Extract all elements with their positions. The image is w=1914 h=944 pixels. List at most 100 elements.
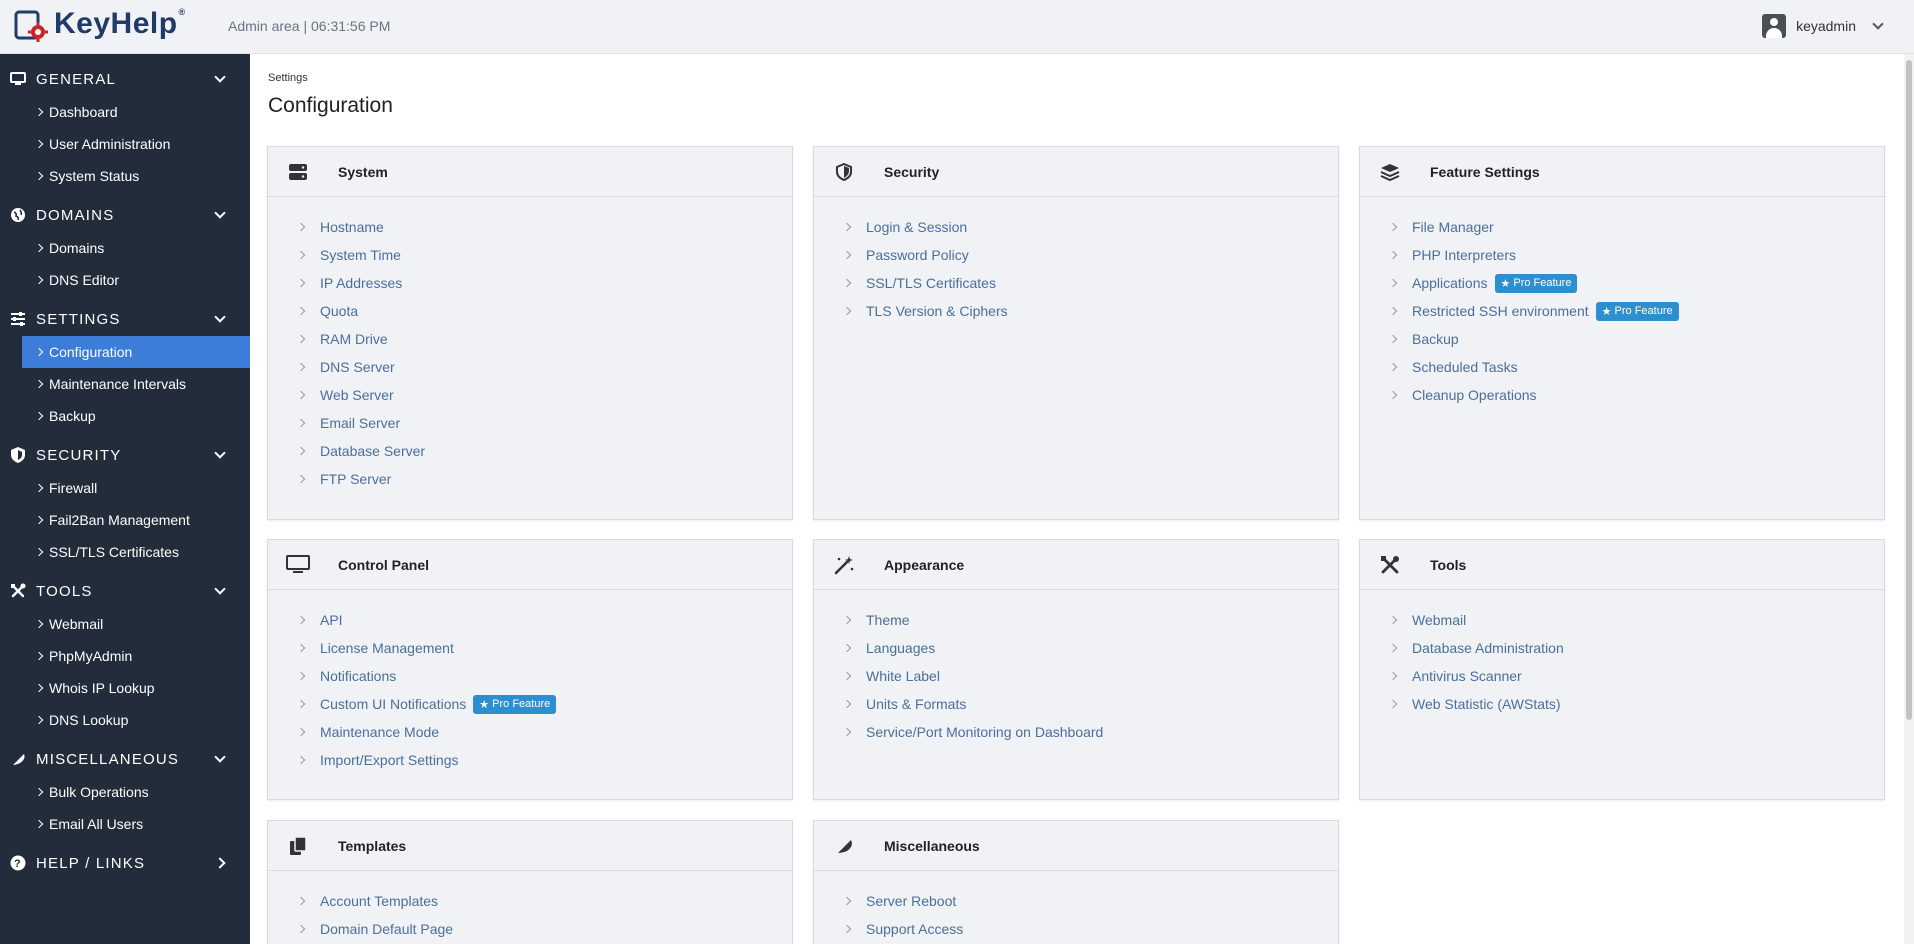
card-link-label[interactable]: RAM Drive	[320, 331, 388, 347]
card-link-label[interactable]: Email Server	[320, 415, 400, 431]
card-link[interactable]: PHP Interpreters	[1388, 241, 1884, 269]
card-link-label[interactable]: Applications	[1412, 275, 1488, 291]
card-link[interactable]: Domain Default Page	[296, 915, 792, 943]
logo[interactable]: KeyHelp®	[14, 6, 186, 42]
sidebar-section-security[interactable]: SECURITY	[0, 438, 250, 472]
card-link-label[interactable]: Support Access	[866, 921, 963, 937]
sidebar-item-domains[interactable]: Domains	[0, 232, 250, 264]
sidebar-item-configuration[interactable]: Configuration	[22, 336, 250, 368]
sidebar-item-firewall[interactable]: Firewall	[0, 472, 250, 504]
card-link[interactable]: Languages	[842, 634, 1338, 662]
card-link-label[interactable]: Import/Export Settings	[320, 752, 459, 768]
card-link-label[interactable]: DNS Server	[320, 359, 395, 375]
card-link[interactable]: Backup	[1388, 325, 1884, 353]
card-link[interactable]: Web Statistic (AWStats)	[1388, 690, 1884, 718]
card-link[interactable]: Theme	[842, 606, 1338, 634]
card-link[interactable]: IP Addresses	[296, 269, 792, 297]
card-link[interactable]: File Manager	[1388, 213, 1884, 241]
sidebar-section-domains[interactable]: DOMAINS	[0, 198, 250, 232]
card-link-label[interactable]: API	[320, 612, 343, 628]
card-link-label[interactable]: Backup	[1412, 331, 1459, 347]
card-link-label[interactable]: Antivirus Scanner	[1412, 668, 1522, 684]
card-link[interactable]: Email Server	[296, 409, 792, 437]
card-link-label[interactable]: Database Administration	[1412, 640, 1564, 656]
card-link[interactable]: Hostname	[296, 213, 792, 241]
card-link[interactable]: Scheduled Tasks	[1388, 353, 1884, 381]
sidebar-item-dashboard[interactable]: Dashboard	[0, 96, 250, 128]
card-link[interactable]: API	[296, 606, 792, 634]
card-link-label[interactable]: FTP Server	[320, 471, 391, 487]
card-link[interactable]: Maintenance Mode	[296, 718, 792, 746]
sidebar-section-help-links[interactable]: ? HELP / LINKS	[0, 846, 250, 880]
card-link[interactable]: License Management	[296, 634, 792, 662]
card-link-label[interactable]: Cleanup Operations	[1412, 387, 1537, 403]
user-menu[interactable]: keyadmin	[1762, 14, 1884, 38]
card-link-label[interactable]: SSL/TLS Certificates	[866, 275, 996, 291]
card-link[interactable]: Restricted SSH environment ★ Pro Feature	[1388, 297, 1884, 325]
card-link-label[interactable]: Languages	[866, 640, 935, 656]
card-link-label[interactable]: Web Statistic (AWStats)	[1412, 696, 1561, 712]
card-link-label[interactable]: Maintenance Mode	[320, 724, 439, 740]
sidebar-item-system-status[interactable]: System Status	[0, 160, 250, 192]
card-link[interactable]: Notifications	[296, 662, 792, 690]
card-link[interactable]: Quota	[296, 297, 792, 325]
card-link-label[interactable]: Login & Session	[866, 219, 967, 235]
card-link[interactable]: Applications ★ Pro Feature	[1388, 269, 1884, 297]
card-link-label[interactable]: Domain Default Page	[320, 921, 453, 937]
card-link-label[interactable]: Restricted SSH environment	[1412, 303, 1589, 319]
card-link[interactable]: TLS Version & Ciphers	[842, 297, 1338, 325]
card-link-label[interactable]: Notifications	[320, 668, 396, 684]
card-link[interactable]: Login & Session	[842, 213, 1338, 241]
sidebar-item-bulk-operations[interactable]: Bulk Operations	[0, 776, 250, 808]
card-link[interactable]: RAM Drive	[296, 325, 792, 353]
scrollbar-thumb[interactable]	[1906, 60, 1912, 720]
sidebar-item-user-administration[interactable]: User Administration	[0, 128, 250, 160]
sidebar-item-fail2ban-management[interactable]: Fail2Ban Management	[0, 504, 250, 536]
scrollbar[interactable]	[1904, 54, 1914, 944]
card-link-label[interactable]: Account Templates	[320, 893, 438, 909]
card-link[interactable]: Server Reboot	[842, 887, 1338, 915]
card-link[interactable]: FTP Server	[296, 465, 792, 493]
card-link-label[interactable]: License Management	[320, 640, 454, 656]
card-link[interactable]: Service/Port Monitoring on Dashboard	[842, 718, 1338, 746]
sidebar-item-dns-lookup[interactable]: DNS Lookup	[0, 704, 250, 736]
sidebar-section-tools[interactable]: TOOLS	[0, 574, 250, 608]
card-link[interactable]: Units & Formats	[842, 690, 1338, 718]
card-link-label[interactable]: Webmail	[1412, 612, 1466, 628]
card-link-label[interactable]: Service/Port Monitoring on Dashboard	[866, 724, 1103, 740]
card-link-label[interactable]: Scheduled Tasks	[1412, 359, 1518, 375]
card-link[interactable]: DNS Server	[296, 353, 792, 381]
card-link-label[interactable]: Password Policy	[866, 247, 969, 263]
sidebar-section-miscellaneous[interactable]: MISCELLANEOUS	[0, 742, 250, 776]
card-link[interactable]: Webmail	[1388, 606, 1884, 634]
sidebar-item-dns-editor[interactable]: DNS Editor	[0, 264, 250, 296]
sidebar-item-whois-ip-lookup[interactable]: Whois IP Lookup	[0, 672, 250, 704]
card-link-label[interactable]: TLS Version & Ciphers	[866, 303, 1008, 319]
card-link-label[interactable]: PHP Interpreters	[1412, 247, 1516, 263]
card-link[interactable]: Database Server	[296, 437, 792, 465]
card-link[interactable]: System Time	[296, 241, 792, 269]
card-link-label[interactable]: Custom UI Notifications	[320, 696, 466, 712]
card-link-label[interactable]: Server Reboot	[866, 893, 956, 909]
card-link[interactable]: Account Templates	[296, 887, 792, 915]
card-link[interactable]: Database Administration	[1388, 634, 1884, 662]
sidebar-item-maintenance-intervals[interactable]: Maintenance Intervals	[0, 368, 250, 400]
sidebar-section-general[interactable]: GENERAL	[0, 62, 250, 96]
card-link[interactable]: SSL/TLS Certificates	[842, 269, 1338, 297]
card-link[interactable]: Custom UI Notifications ★ Pro Feature	[296, 690, 792, 718]
card-link[interactable]: Web Server	[296, 381, 792, 409]
card-link-label[interactable]: Theme	[866, 612, 910, 628]
sidebar-item-ssl-tls-certificates[interactable]: SSL/TLS Certificates	[0, 536, 250, 568]
card-link-label[interactable]: File Manager	[1412, 219, 1494, 235]
card-link[interactable]: White Label	[842, 662, 1338, 690]
card-link[interactable]: Password Policy	[842, 241, 1338, 269]
card-link-label[interactable]: White Label	[866, 668, 940, 684]
sidebar-item-email-all-users[interactable]: Email All Users	[0, 808, 250, 840]
card-link-label[interactable]: Web Server	[320, 387, 394, 403]
breadcrumb[interactable]: Settings	[268, 72, 308, 84]
card-link-label[interactable]: Units & Formats	[866, 696, 966, 712]
card-link-label[interactable]: System Time	[320, 247, 401, 263]
card-link[interactable]: Antivirus Scanner	[1388, 662, 1884, 690]
card-link-label[interactable]: Database Server	[320, 443, 425, 459]
card-link-label[interactable]: IP Addresses	[320, 275, 402, 291]
